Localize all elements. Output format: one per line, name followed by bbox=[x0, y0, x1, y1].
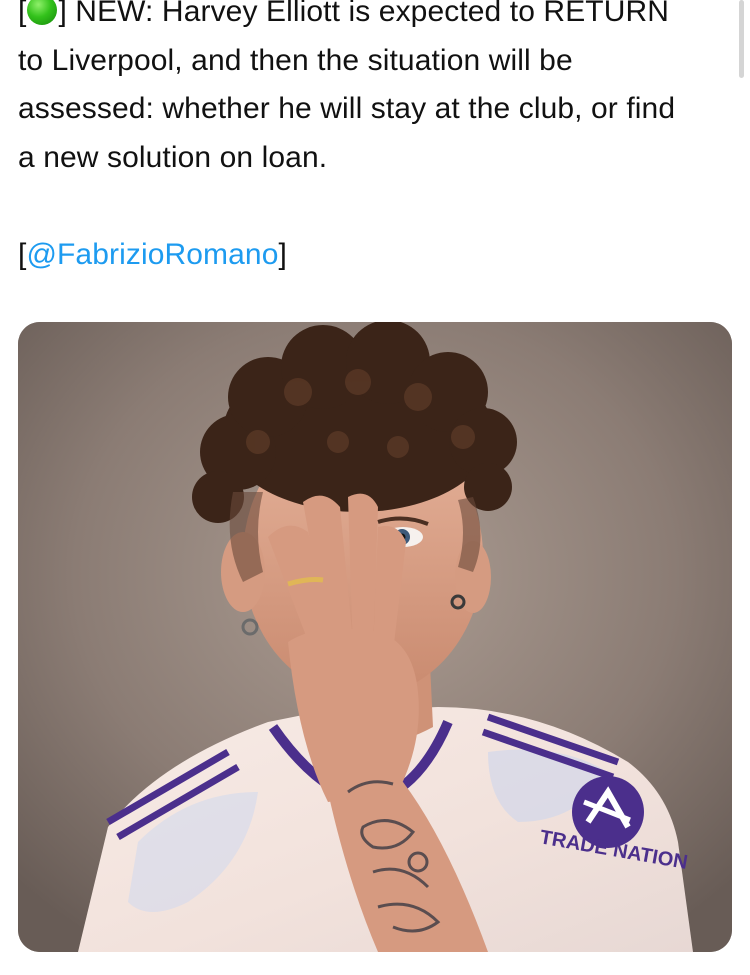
tweet-line-4: a new solution on loan. bbox=[18, 140, 328, 174]
tweet-photo[interactable]: TRADE NATION bbox=[18, 322, 732, 952]
source-line: [@FabrizioRomano] bbox=[18, 231, 738, 280]
tweet-line-1: [ ] NEW: Harvey Elliott is expected to RE… bbox=[18, 0, 738, 37]
tweet-line-2: to Liverpool, and then the situation wil… bbox=[18, 43, 573, 77]
tweet-text: [ ] NEW: Harvey Elliott is expected to RE… bbox=[18, 0, 738, 279]
headline-text: ] NEW: Harvey Elliott is expected to RET… bbox=[58, 0, 670, 28]
mention-link[interactable]: @FabrizioRomano bbox=[26, 238, 278, 271]
green-circle-icon bbox=[27, 0, 58, 25]
tweet-line-3: assessed: whether he will stay at the cl… bbox=[18, 92, 676, 125]
open-bracket: [ bbox=[18, 0, 27, 28]
player-photo-illustration: TRADE NATION bbox=[18, 322, 732, 952]
source-close-bracket: ] bbox=[278, 237, 287, 271]
scrollbar[interactable] bbox=[739, 0, 744, 78]
